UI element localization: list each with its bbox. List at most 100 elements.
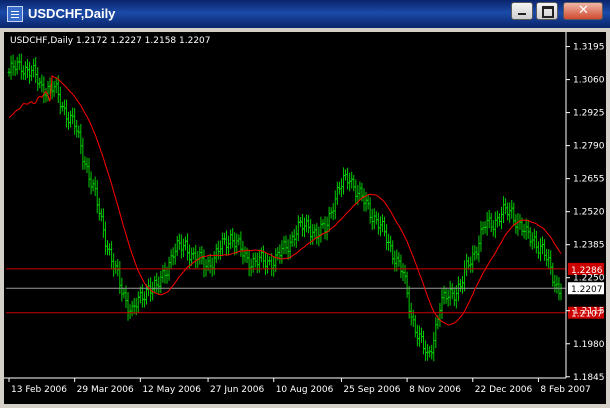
ohlc-bar (210, 257, 214, 277)
ohlc-bar (161, 265, 165, 283)
ohlc-bar (194, 244, 198, 268)
ohlc-bar (538, 237, 542, 262)
ohlc-bar (493, 211, 497, 239)
ohlc-bar (95, 180, 99, 214)
ohlc-bar (173, 243, 177, 265)
ohlc-bar (352, 174, 356, 192)
ohlc-bar (296, 215, 300, 242)
ohlc-bar (452, 287, 456, 307)
ohlc-bar (415, 324, 419, 347)
ohlc-bar (21, 65, 25, 80)
ohlc-bar (218, 240, 222, 260)
time-tick-label: 25 Sep 2006 (343, 385, 400, 395)
ohlc-bar (9, 55, 13, 80)
ohlc-bar (524, 218, 528, 241)
ohlc-bar (81, 137, 85, 170)
ohlc-bar (528, 227, 532, 247)
price-tick-label: 1.1845 (573, 373, 605, 383)
ohlc-bar (473, 245, 477, 261)
ohlc-bar (36, 67, 40, 92)
ohlc-bar (159, 270, 163, 293)
ohlc-bar (177, 233, 181, 251)
ohlc-bar (419, 327, 423, 343)
ohlc-bar (438, 303, 442, 328)
ohlc-bar (200, 245, 204, 265)
ohlc-bar (553, 274, 557, 293)
ohlc-bar (335, 181, 339, 205)
price-tick-label: 1.2790 (573, 142, 605, 152)
ohlc-bar (216, 240, 220, 260)
time-tick-label: 10 Aug 2006 (276, 385, 334, 395)
ohlc-bar (374, 211, 378, 225)
ohlc-bar (247, 249, 251, 277)
ohlc-bar (253, 252, 257, 268)
ohlc-bar (175, 235, 179, 257)
ohlc-bar (19, 53, 23, 80)
ohlc-bar (32, 58, 36, 78)
ohlc-bar (114, 260, 118, 274)
ohlc-bar (510, 200, 514, 219)
price-chart[interactable]: 1.2286 1.2107 1.2207 1.3195 1.3060 1.2925 1.2… (4, 32, 606, 404)
ohlc-bar (380, 214, 384, 233)
close-button[interactable] (563, 2, 603, 20)
ohlc-bar (290, 231, 294, 247)
ohlc-bar (30, 65, 34, 81)
ohlc-bar (534, 230, 538, 254)
ohlc-bar (126, 291, 130, 321)
ohlc-bar (229, 229, 233, 249)
horizontal-levels: 1.22861.21071.2207 (6, 262, 604, 320)
ohlc-bar (112, 253, 116, 277)
ohlc-bar (97, 197, 101, 221)
minimize-button[interactable] (511, 2, 533, 20)
ohlc-bar (407, 285, 411, 319)
ohlc-bar (545, 248, 549, 267)
ohlc-bar (403, 264, 407, 284)
ohlc-bars (7, 53, 563, 362)
price-tick-label: 1.2520 (573, 208, 605, 218)
ohlc-bar (292, 229, 296, 247)
ohlc-bar (499, 206, 503, 230)
ohlc-bar (341, 167, 345, 195)
ohlc-bar (284, 235, 288, 255)
title-bar[interactable]: USDCHF,Daily (0, 0, 610, 28)
chart-axes: 1.3195 1.3060 1.2925 1.2790 1.2655 1.2520 1.23… (4, 32, 605, 395)
ohlc-bar (13, 60, 17, 77)
ohlc-bar (430, 344, 434, 360)
time-tick-label: 8 Nov 2006 (409, 385, 461, 395)
ohlc-bar (397, 252, 401, 267)
ohlc-bar (305, 214, 309, 233)
price-tick-label: 1.2385 (573, 241, 605, 251)
time-tick-label: 22 Dec 2006 (475, 385, 533, 395)
ohlc-bar (543, 239, 547, 261)
ohlc-bar (75, 119, 79, 138)
maximize-button[interactable] (536, 2, 558, 20)
price-chart-svg[interactable]: 1.22861.21071.2207 1.3195 1.3060 1.2925 1.2… (4, 32, 606, 404)
ohlc-bar (337, 181, 341, 195)
ohlc-bar (225, 230, 229, 256)
ohlc-bar (266, 253, 270, 274)
moving-average-line (8, 75, 562, 326)
ohlc-bar (346, 167, 350, 190)
ohlc-bar (358, 181, 362, 201)
ohlc-bar (239, 231, 243, 257)
ohlc-bar (399, 254, 403, 279)
ohlc-bar (186, 233, 190, 261)
ohlc-bar (504, 198, 508, 215)
ohlc-bar (350, 171, 354, 189)
ohlc-bar (549, 250, 553, 275)
ohlc-bar (446, 289, 450, 307)
ohlc-bar (138, 286, 142, 304)
ohlc-bar (163, 262, 167, 284)
ohlc-bar (208, 253, 212, 274)
ohlc-bar (456, 276, 460, 302)
ohlc-bar (204, 258, 208, 277)
ohlc-bar (23, 61, 27, 81)
ohlc-bar (103, 221, 107, 255)
price-tick-label: 1.2655 (573, 175, 605, 185)
ohlc-bar (485, 211, 489, 236)
ohlc-bar (559, 283, 563, 301)
ohlc-bar (547, 249, 551, 269)
ohlc-bar (15, 56, 19, 75)
ohlc-bar (508, 202, 512, 223)
ohlc-bar (89, 171, 93, 195)
